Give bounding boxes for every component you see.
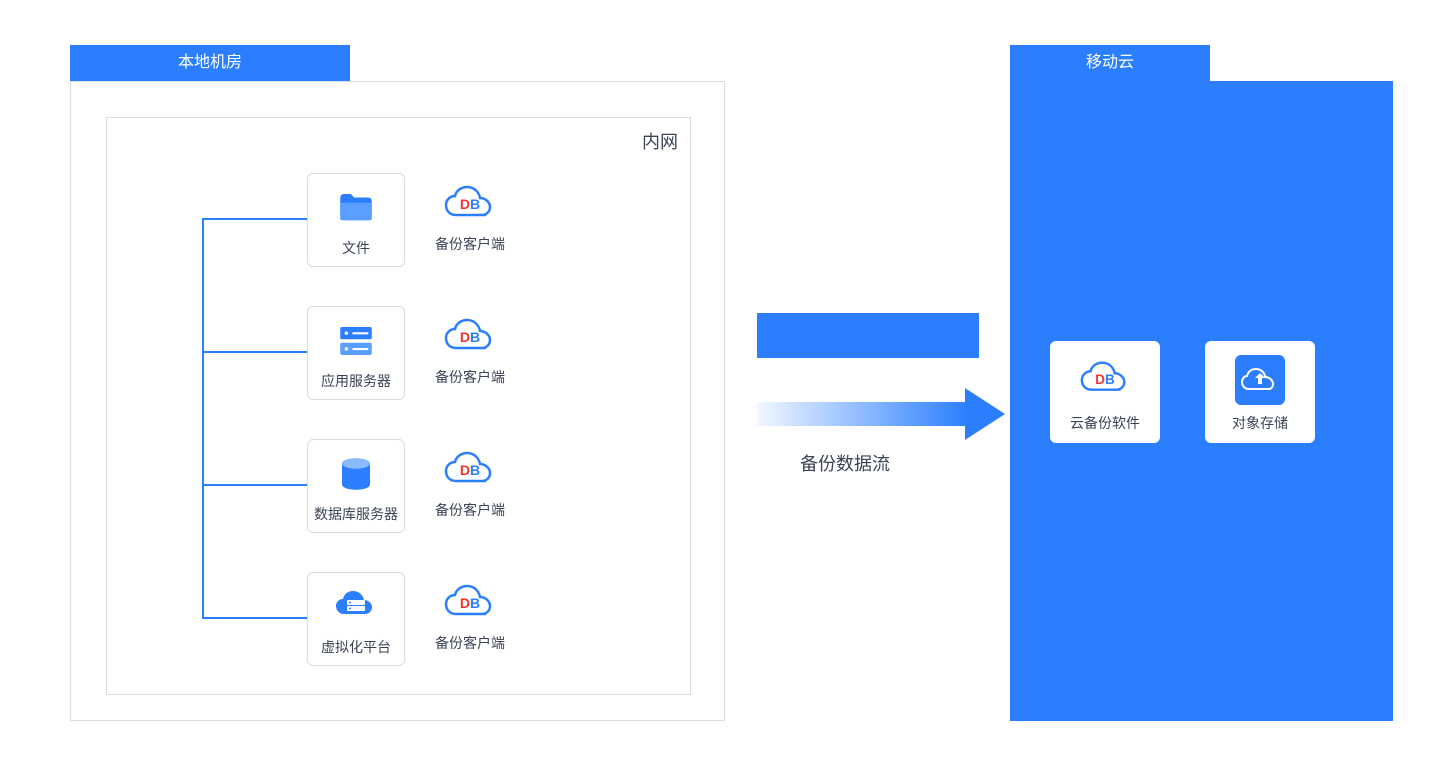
svg-text:DB: DB [460, 595, 480, 611]
file-node: 文件 [307, 173, 405, 267]
flow-label: 备份数据流 [800, 450, 890, 476]
cloud-backup-software-node: DB 云备份软件 [1050, 341, 1160, 443]
cloud-server-icon [332, 583, 380, 631]
cloud-backup-software-label: 云备份软件 [1070, 413, 1140, 433]
object-storage-node: 对象存储 [1205, 341, 1315, 443]
tree-connector-vertical [202, 218, 204, 618]
cloud-db-icon: DB [442, 185, 498, 230]
app-server-label: 应用服务器 [321, 371, 391, 391]
tree-connector-h4 [202, 617, 307, 619]
file-label: 文件 [342, 238, 370, 258]
arrow-head-icon [965, 388, 1005, 440]
tree-connector-h2 [202, 351, 307, 353]
backup-client-4: DB 备份客户端 [435, 572, 505, 653]
app-server-node: 应用服务器 [307, 306, 405, 400]
local-room-panel: 内网 文件 DB 备份客户端 [70, 81, 725, 721]
backup-client-label-1: 备份客户端 [435, 234, 505, 254]
folder-icon [332, 184, 380, 232]
backup-client-3: DB 备份客户端 [435, 439, 505, 520]
node-row-app-server: 应用服务器 DB 备份客户端 [307, 306, 505, 400]
node-row-db-server: 数据库服务器 DB 备份客户端 [307, 439, 505, 533]
svg-text:DB: DB [460, 329, 480, 345]
intranet-panel: 内网 文件 DB 备份客户端 [106, 117, 691, 695]
virtualization-node: 虚拟化平台 [307, 572, 405, 666]
flow-block [757, 313, 979, 358]
cloud-db-icon: DB [1078, 353, 1132, 407]
server-icon [332, 317, 380, 365]
cloud-db-icon: DB [442, 318, 498, 363]
svg-text:DB: DB [460, 196, 480, 212]
cloud-panel: DB 云备份软件 对象存储 [1010, 81, 1393, 721]
backup-client-label-4: 备份客户端 [435, 633, 505, 653]
flow-arrow [757, 394, 1007, 434]
backup-client-label-2: 备份客户端 [435, 367, 505, 387]
svg-text:DB: DB [460, 462, 480, 478]
cloud-db-icon: DB [442, 584, 498, 629]
cloud-db-icon: DB [442, 451, 498, 496]
diagram-canvas: 本地机房 内网 文件 DB [0, 0, 1441, 761]
svg-text:DB: DB [1095, 372, 1115, 387]
cloud-upload-icon [1233, 353, 1287, 407]
cloud-nodes: DB 云备份软件 对象存储 [1050, 341, 1315, 443]
database-icon [332, 450, 380, 498]
backup-client-label-3: 备份客户端 [435, 500, 505, 520]
node-row-virtualization: 虚拟化平台 DB 备份客户端 [307, 572, 505, 666]
db-server-node: 数据库服务器 [307, 439, 405, 533]
backup-client-1: DB 备份客户端 [435, 173, 505, 254]
cloud-header: 移动云 [1010, 45, 1210, 81]
intranet-label: 内网 [642, 128, 678, 154]
db-server-label: 数据库服务器 [314, 504, 398, 524]
backup-client-2: DB 备份客户端 [435, 306, 505, 387]
object-storage-label: 对象存储 [1232, 413, 1288, 433]
local-room-header: 本地机房 [70, 45, 350, 81]
node-row-file: 文件 DB 备份客户端 [307, 173, 505, 267]
arrow-body [757, 402, 967, 426]
tree-connector-h3 [202, 484, 307, 486]
tree-connector-h1 [202, 218, 307, 220]
virtualization-label: 虚拟化平台 [321, 637, 391, 657]
